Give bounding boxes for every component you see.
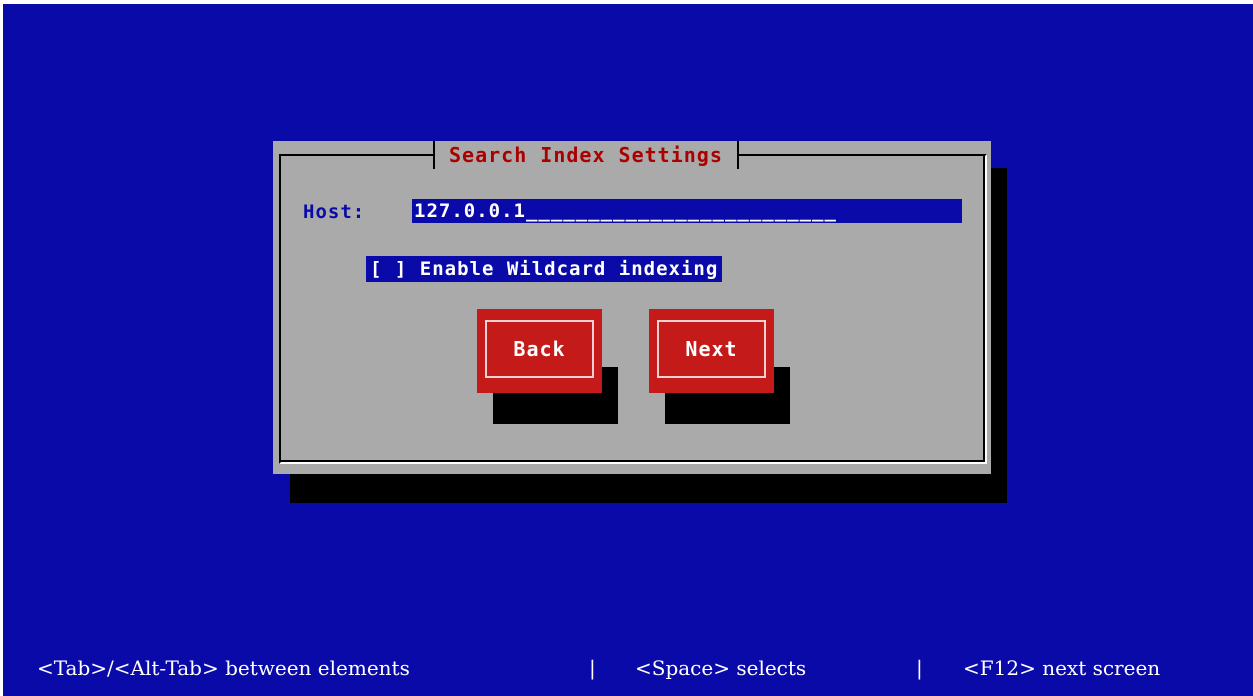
help-space-hint: <Space> selects bbox=[635, 656, 807, 680]
back-button-label: Back bbox=[485, 320, 594, 378]
host-label: Host: bbox=[303, 201, 366, 223]
wildcard-indexing-checkbox[interactable]: [ ] Enable Wildcard indexing bbox=[366, 256, 723, 282]
host-input[interactable]: 127.0.0.1_________________________ bbox=[412, 199, 962, 223]
help-bar: <Tab>/<Alt-Tab> between elements | <Spac… bbox=[3, 640, 1253, 696]
dialog-title: Search Index Settings bbox=[433, 141, 739, 169]
help-separator: | bbox=[916, 656, 923, 680]
next-button-label: Next bbox=[657, 320, 766, 378]
back-button[interactable]: Back bbox=[477, 309, 602, 393]
search-index-settings-dialog: Search Index Settings Host: 127.0.0.1___… bbox=[273, 141, 991, 474]
help-f12-hint: <F12> next screen bbox=[963, 656, 1161, 680]
help-separator: | bbox=[589, 656, 596, 680]
help-tab-hint: <Tab>/<Alt-Tab> between elements bbox=[37, 656, 410, 680]
next-button[interactable]: Next bbox=[649, 309, 774, 393]
host-field-fill: _________________________ bbox=[525, 200, 837, 222]
host-value: 127.0.0.1 bbox=[414, 200, 526, 222]
screen-background: Search Index Settings Host: 127.0.0.1___… bbox=[3, 4, 1253, 696]
